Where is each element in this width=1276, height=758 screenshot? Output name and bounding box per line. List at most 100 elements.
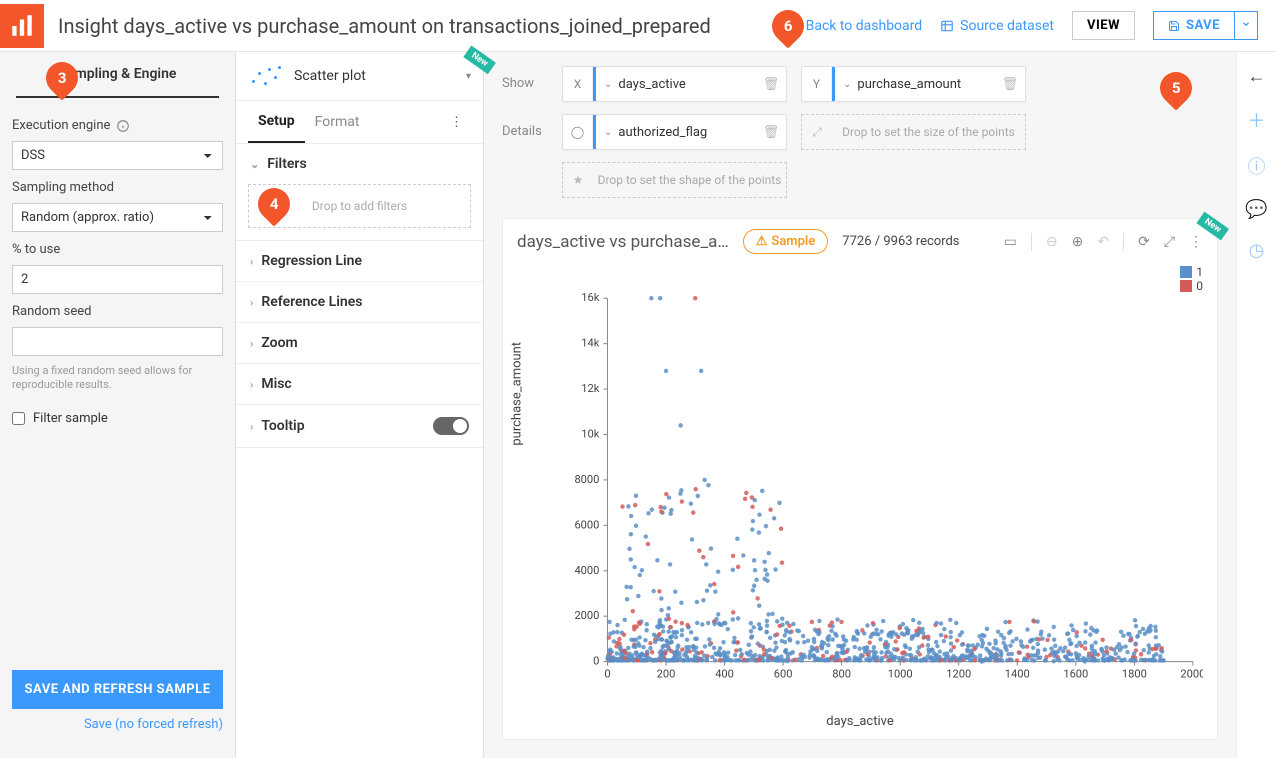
acc-regression-line[interactable]: ›Regression Line [236, 241, 483, 281]
chart-type-selector[interactable]: Scatter plot ▾ New [236, 52, 483, 101]
svg-text:14k: 14k [581, 337, 599, 350]
svg-text:600: 600 [774, 668, 793, 681]
collapse-icon[interactable]: ← [1248, 66, 1266, 87]
pct-input[interactable] [12, 265, 223, 294]
x-axis-label: X [563, 67, 593, 101]
x-axis-title: days_active [503, 714, 1217, 729]
pct-label: % to use [12, 242, 223, 257]
chevron-right-icon: › [250, 337, 253, 350]
tab-setup[interactable]: Setup [248, 101, 305, 143]
dataset-icon [940, 19, 954, 33]
history-icon[interactable]: ◷ [1249, 240, 1265, 261]
svg-text:800: 800 [832, 668, 851, 681]
save-button[interactable]: SAVE [1153, 11, 1235, 40]
x-value: days_active [618, 77, 685, 92]
sample-badge[interactable]: ⚠Sample [743, 229, 829, 254]
sampling-method-select[interactable]: Random (approx. ratio) [12, 203, 223, 232]
trash-icon[interactable]: 🗑 [995, 77, 1025, 92]
zoom-in-icon[interactable]: ⊕ [1072, 234, 1084, 250]
select-tool-icon[interactable]: ▭ [1004, 234, 1017, 250]
drop-icon: ◯ [563, 115, 593, 149]
svg-text:400: 400 [715, 668, 734, 681]
color-slot[interactable]: ◯ ⌄authorized_flag 🗑 [562, 114, 787, 150]
svg-text:1200: 1200 [946, 668, 971, 681]
trash-icon[interactable]: 🗑 [756, 77, 786, 92]
chart-type-label: Scatter plot [294, 68, 456, 84]
info-icon[interactable] [116, 119, 130, 133]
size-dropzone[interactable]: ⤢ Drop to set the size of the points [801, 114, 1026, 150]
svg-text:0: 0 [593, 655, 599, 668]
refresh-icon[interactable]: ⟳ [1138, 234, 1150, 250]
save-refresh-button[interactable]: SAVE AND REFRESH SAMPLE [12, 670, 223, 709]
save-no-refresh-link[interactable]: Save (no forced refresh) [12, 717, 223, 732]
seed-hint: Using a fixed random seed allows for rep… [12, 364, 223, 393]
scatter-icon [248, 62, 284, 90]
chevron-down-icon: ▾ [466, 71, 471, 82]
svg-text:12k: 12k [581, 382, 599, 395]
expand-icon: ⤢ [802, 125, 832, 140]
svg-text:6000: 6000 [574, 518, 599, 531]
source-dataset-link[interactable]: Source dataset [940, 18, 1054, 34]
fullscreen-icon[interactable]: ⤢ [1164, 234, 1175, 250]
acc-zoom[interactable]: ›Zoom [236, 323, 483, 363]
chart-title: days_active vs purchase_a… [517, 232, 729, 252]
tab-format[interactable]: Format [305, 102, 370, 142]
zoom-out-icon[interactable]: ⊖ [1046, 234, 1058, 250]
chevron-right-icon: › [250, 378, 253, 391]
more-menu-button[interactable]: ⋮ [442, 107, 471, 138]
filter-sample-checkbox[interactable] [12, 412, 25, 425]
svg-text:2000: 2000 [1180, 668, 1203, 681]
source-link-label: Source dataset [960, 18, 1054, 34]
chevron-right-icon: › [250, 255, 253, 268]
shape-dropzone[interactable]: ★ Drop to set the shape of the points [562, 162, 787, 198]
details-label: Details [502, 114, 548, 139]
acc-tooltip[interactable]: ›Tooltip [236, 405, 483, 447]
exec-engine-label: Execution engine [12, 118, 223, 133]
color-value: authorized_flag [618, 125, 707, 140]
more-icon[interactable]: ⋮ [1189, 234, 1203, 250]
acc-misc[interactable]: ›Misc [236, 364, 483, 404]
undo-icon[interactable]: ↶ [1097, 234, 1109, 250]
tooltip-toggle[interactable] [433, 417, 469, 435]
show-label: Show [502, 66, 548, 91]
warning-icon: ⚠ [756, 234, 768, 249]
y-value: purchase_amount [857, 77, 961, 92]
save-dropdown-button[interactable] [1235, 11, 1258, 40]
y-slot[interactable]: Y ⌄purchase_amount 🗑 [801, 66, 1026, 102]
back-link-label: Back to dashboard [806, 18, 923, 34]
chevron-down-icon: ⌄ [250, 158, 259, 171]
view-button[interactable]: VIEW [1072, 11, 1135, 40]
svg-text:1600: 1600 [1063, 668, 1088, 681]
seed-label: Random seed [12, 304, 223, 319]
chevron-down-icon [1241, 19, 1251, 29]
trash-icon[interactable]: 🗑 [756, 125, 786, 140]
x-slot[interactable]: X ⌄days_active 🗑 [562, 66, 787, 102]
exec-engine-select[interactable]: DSS [12, 141, 223, 170]
add-icon[interactable]: ＋ [1248, 107, 1266, 133]
acc-reference-lines[interactable]: ›Reference Lines [236, 282, 483, 322]
y-axis-label: Y [802, 67, 832, 101]
y-axis-title: purchase_amount [510, 342, 525, 446]
sampling-method-label: Sampling method [12, 180, 223, 195]
info-icon[interactable]: ⓘ [1248, 153, 1266, 179]
comments-icon[interactable]: 💬 [1245, 199, 1267, 220]
svg-text:16k: 16k [581, 291, 599, 304]
save-label: SAVE [1186, 18, 1220, 33]
svg-text:10k: 10k [581, 428, 599, 441]
back-to-dashboard-link[interactable]: Back to dashboard [786, 18, 923, 34]
acc-filters[interactable]: ⌄Filters [236, 144, 483, 184]
svg-text:2000: 2000 [574, 609, 599, 622]
svg-text:4000: 4000 [574, 564, 599, 577]
chevron-right-icon: › [250, 420, 253, 433]
seed-input[interactable] [12, 327, 223, 356]
save-icon [1168, 20, 1180, 32]
filter-sample-row[interactable]: Filter sample [12, 411, 223, 426]
svg-text:0: 0 [604, 668, 610, 681]
svg-text:1000: 1000 [888, 668, 913, 681]
record-count: 7726 / 9963 records [842, 234, 959, 249]
svg-text:200: 200 [657, 668, 676, 681]
filter-sample-label: Filter sample [33, 411, 108, 426]
app-logo[interactable] [0, 4, 44, 48]
svg-text:1400: 1400 [1005, 668, 1030, 681]
scatter-plot[interactable]: 0200040006000800010k12k14k16k 0200400600… [557, 272, 1203, 708]
